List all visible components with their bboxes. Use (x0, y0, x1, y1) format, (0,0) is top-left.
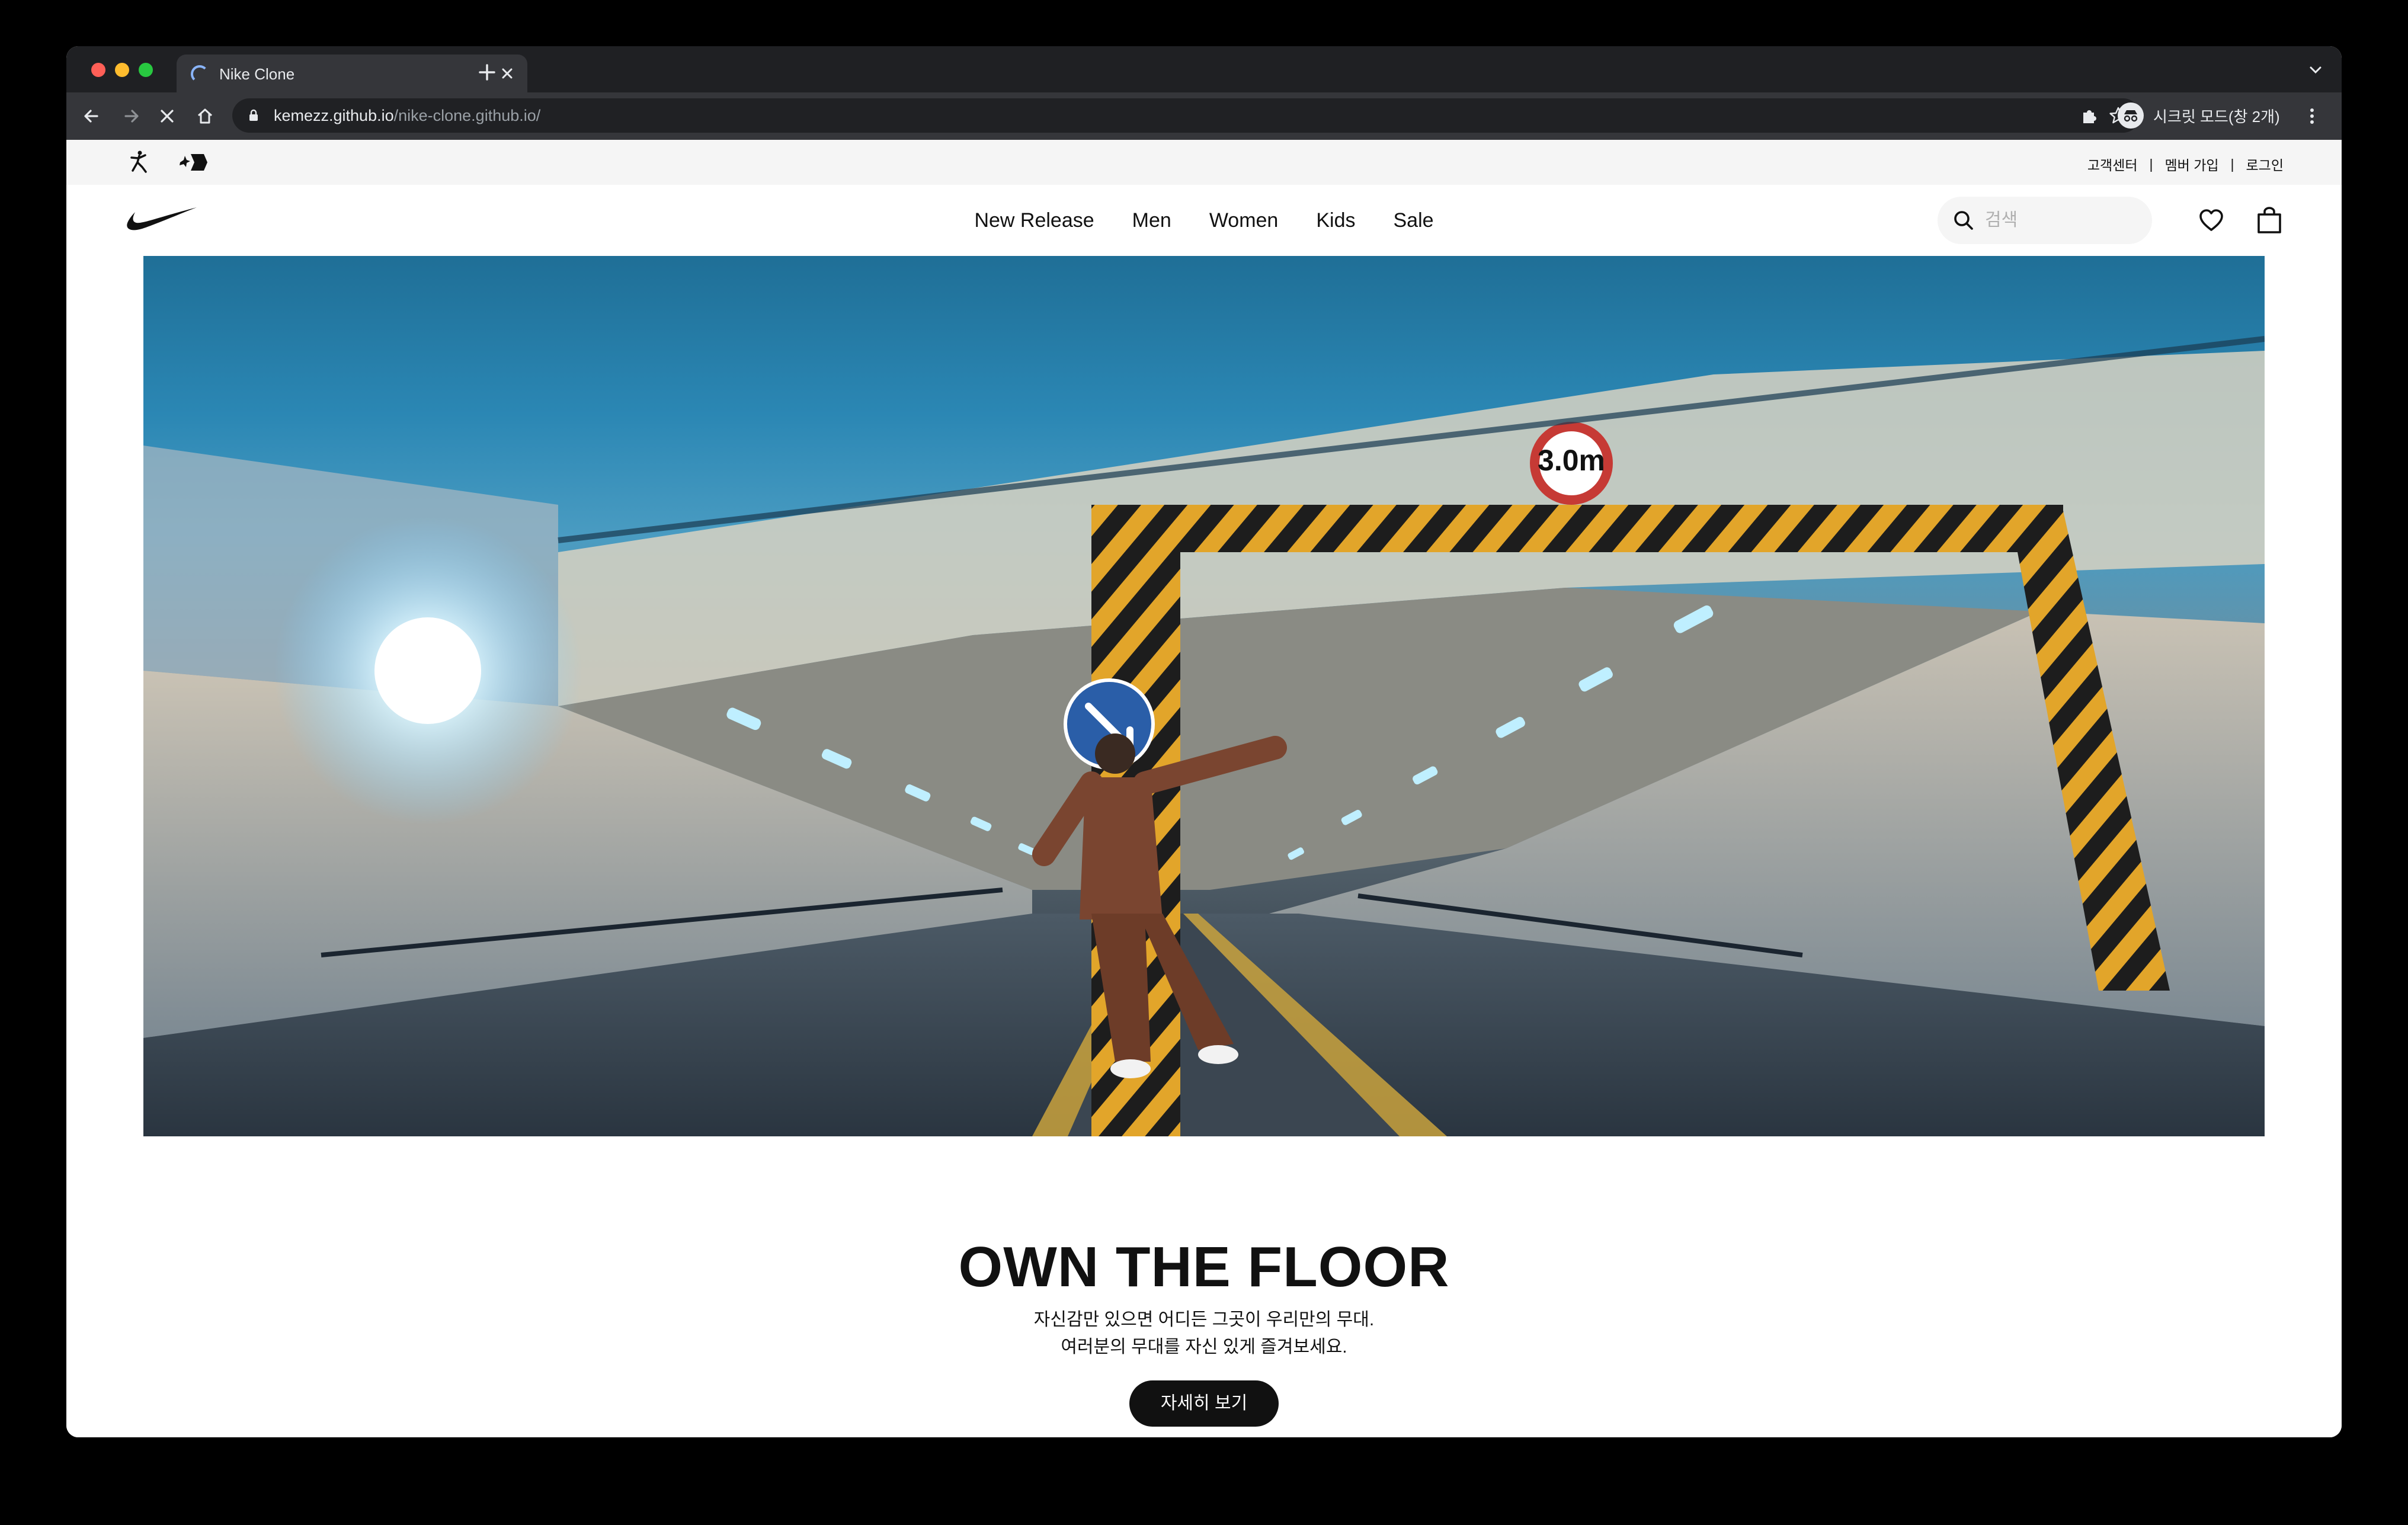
menu-item-women[interactable]: Women (1190, 206, 1298, 235)
profile-label: 시크릿 모드(창 2개) (2153, 107, 2280, 126)
arrow-left-icon (84, 110, 98, 123)
lock-icon (249, 109, 258, 121)
svg-text:3.0m: 3.0m (1538, 444, 1605, 477)
browser-window: Nike Clone kemezz.github.io/nike-clone.g… (66, 46, 2342, 1437)
login-link[interactable]: 로그인 (2246, 154, 2284, 174)
forward-button[interactable] (115, 100, 148, 133)
search-input[interactable] (1984, 205, 2138, 236)
extensions-button[interactable] (2073, 100, 2106, 133)
bag-icon[interactable] (2256, 206, 2282, 235)
chevron-down-icon (2310, 66, 2321, 74)
back-button[interactable] (75, 100, 108, 133)
tab-search-button[interactable] (2304, 58, 2327, 82)
incognito-icon (2118, 102, 2144, 129)
menu-item-kids[interactable]: Kids (1297, 206, 1374, 235)
hero-image[interactable]: 3.0m (143, 256, 2265, 1136)
hero-title: OWN THE FLOOR (958, 1235, 1450, 1299)
heart-icon[interactable] (2198, 209, 2224, 232)
utility-links: 고객센터 | 멤버 가입 | 로그인 (2087, 154, 2284, 174)
minimize-window-button[interactable] (115, 63, 129, 77)
tab-strip: Nike Clone (66, 46, 2342, 92)
separator: | (2230, 156, 2234, 172)
tab-title: Nike Clone (219, 65, 295, 83)
home-icon (197, 108, 213, 124)
menu-item-men[interactable]: Men (1113, 206, 1190, 235)
maximize-window-button[interactable] (139, 63, 153, 77)
menu-item-new-release[interactable]: New Release (955, 206, 1113, 235)
separator: | (2149, 156, 2153, 172)
close-icon (502, 68, 513, 79)
customer-service-link[interactable]: 고객센터 (2087, 154, 2138, 174)
converse-logo-icon[interactable] (177, 149, 210, 175)
web-page: 고객센터 | 멤버 가입 | 로그인 New Release Men Women… (66, 140, 2342, 1437)
home-button[interactable] (188, 100, 222, 133)
hero-subtitle-line-2: 여러분의 무대를 자신 있게 즐겨보세요. (1061, 1337, 1347, 1357)
browser-menu-button[interactable] (2295, 100, 2329, 133)
search-icon[interactable] (1952, 209, 1975, 232)
hero-subtitle-line-1: 자신감만 있으면 어디든 그곳이 우리만의 무대. (1033, 1310, 1375, 1329)
utility-bar: 고객센터 | 멤버 가입 | 로그인 (66, 140, 2342, 185)
close-icon (161, 110, 174, 123)
new-tab-button[interactable] (475, 60, 499, 84)
loading-spinner-icon (191, 65, 209, 83)
close-window-button[interactable] (91, 63, 105, 77)
main-navbar: New Release Men Women Kids Sale (66, 185, 2342, 256)
tunnel-scene-illustration: 3.0m (143, 336, 2265, 1136)
menu-item-sale[interactable]: Sale (1374, 206, 1452, 235)
close-tab-button[interactable] (495, 62, 519, 85)
url-path: /nike-clone.github.io/ (393, 107, 541, 124)
stop-loading-button[interactable] (150, 100, 184, 133)
arrow-right-icon (124, 110, 139, 123)
search-box[interactable] (1938, 197, 2152, 244)
learn-more-button[interactable]: 자세히 보기 (1129, 1380, 1279, 1427)
url-host: kemezz.github.io (274, 107, 394, 124)
address-bar[interactable]: kemezz.github.io/nike-clone.github.io/ (232, 98, 2140, 133)
profile-button[interactable]: 시크릿 모드(창 2개) (2118, 101, 2280, 130)
jumpman-logo-icon[interactable] (126, 149, 152, 175)
puzzle-icon (2083, 110, 2096, 123)
member-join-link[interactable]: 멤버 가입 (2165, 154, 2219, 174)
plus-icon (479, 64, 495, 81)
url-text: kemezz.github.io/nike-clone.github.io/ (274, 107, 540, 125)
browser-toolbar: kemezz.github.io/nike-clone.github.io/ 시… (66, 92, 2342, 140)
vertical-dots-icon (2310, 108, 2314, 124)
